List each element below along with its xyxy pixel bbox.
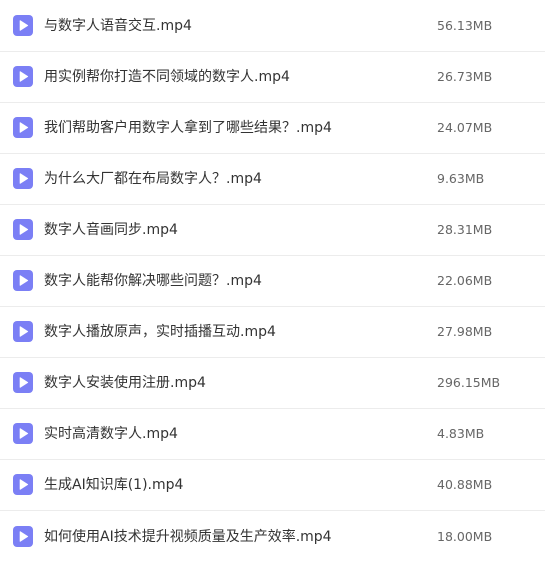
file-name[interactable]: 数字人播放原声，实时插播互动.mp4	[44, 323, 276, 341]
file-size: 40.88MB	[437, 477, 493, 492]
file-size: 9.63MB	[437, 171, 485, 186]
file-size: 296.15MB	[437, 375, 501, 390]
file-name[interactable]: 为什么大厂都在布局数字人？.mp4	[44, 170, 262, 188]
file-name[interactable]: 生成AI知识库(1).mp4	[44, 476, 183, 494]
file-size: 56.13MB	[437, 17, 493, 33]
file-size: 4.83MB	[437, 426, 485, 441]
file-row-10[interactable]: 生成AI知识库(1).mp4 40.88MB	[0, 460, 545, 511]
file-size: 18.00MB	[437, 528, 493, 544]
video-file-icon	[13, 372, 33, 393]
file-row-9[interactable]: 实时高清数字人.mp4 4.83MB	[0, 409, 545, 460]
file-row-6[interactable]: 数字人能帮你解决哪些问题？.mp4 22.06MB	[0, 256, 545, 307]
file-size: 27.98MB	[437, 324, 493, 339]
file-name[interactable]: 我们帮助客户用数字人拿到了哪些结果？.mp4	[44, 119, 332, 137]
file-list: 与数字人语音交互.mp4 56.13MB 用实例帮你打造不同领域的数字人.mp4…	[0, 0, 545, 563]
video-file-icon	[13, 14, 33, 36]
file-size: 22.06MB	[437, 273, 493, 288]
video-file-icon	[13, 219, 33, 240]
file-size: 26.73MB	[437, 69, 493, 84]
video-file-icon	[13, 321, 33, 342]
file-name[interactable]: 数字人能帮你解决哪些问题？.mp4	[44, 272, 262, 290]
video-file-icon	[13, 168, 33, 189]
video-file-icon	[13, 66, 33, 87]
file-row-5[interactable]: 数字人音画同步.mp4 28.31MB	[0, 205, 545, 256]
file-row-7[interactable]: 数字人播放原声，实时插播互动.mp4 27.98MB	[0, 307, 545, 358]
file-name[interactable]: 数字人安装使用注册.mp4	[44, 374, 206, 392]
file-row-4[interactable]: 为什么大厂都在布局数字人？.mp4 9.63MB	[0, 154, 545, 205]
file-size: 24.07MB	[437, 120, 493, 135]
file-row-1[interactable]: 与数字人语音交互.mp4 56.13MB	[0, 0, 545, 52]
video-file-icon	[13, 270, 33, 291]
file-size: 28.31MB	[437, 222, 493, 237]
file-name[interactable]: 数字人音画同步.mp4	[44, 221, 178, 239]
file-name[interactable]: 与数字人语音交互.mp4	[44, 17, 192, 35]
file-row-8[interactable]: 数字人安装使用注册.mp4 296.15MB	[0, 358, 545, 409]
file-name[interactable]: 用实例帮你打造不同领域的数字人.mp4	[44, 68, 290, 86]
file-row-11[interactable]: 如何使用AI技术提升视频质量及生产效率.mp4 18.00MB	[0, 511, 545, 562]
file-name[interactable]: 如何使用AI技术提升视频质量及生产效率.mp4	[44, 528, 332, 546]
file-name[interactable]: 实时高清数字人.mp4	[44, 425, 178, 443]
file-row-3[interactable]: 我们帮助客户用数字人拿到了哪些结果？.mp4 24.07MB	[0, 103, 545, 154]
video-file-icon	[13, 474, 33, 495]
video-file-icon	[13, 117, 33, 138]
video-file-icon	[13, 525, 33, 547]
video-file-icon	[13, 423, 33, 444]
file-row-2[interactable]: 用实例帮你打造不同领域的数字人.mp4 26.73MB	[0, 52, 545, 103]
